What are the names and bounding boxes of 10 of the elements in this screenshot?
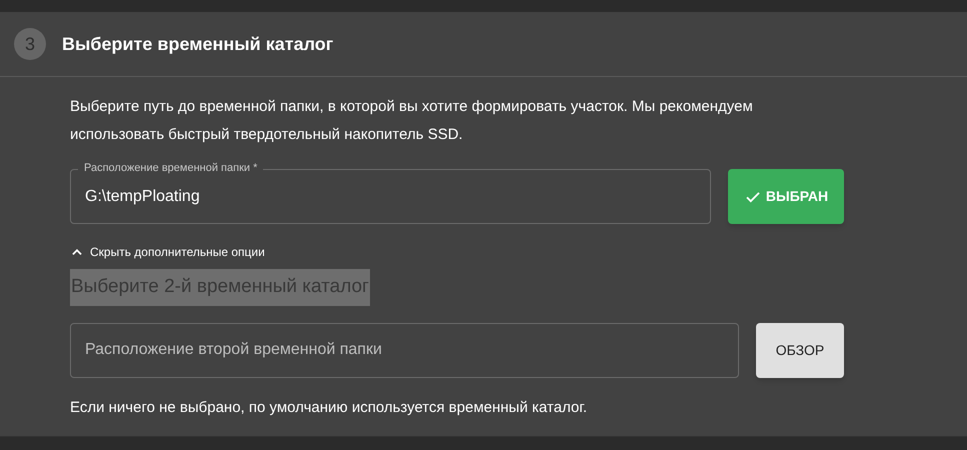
second-folder-input[interactable]: Расположение второй временной папки <box>85 338 724 362</box>
step-title: Выберите временный каталог <box>62 32 334 56</box>
step-number: 3 <box>14 28 46 60</box>
footnote-text: Если ничего не выбрано, по умолчанию используется временный каталог. <box>70 398 588 418</box>
browse-button[interactable]: ОБЗОР <box>756 322 844 378</box>
description-text: Выберите путь до временной папки, в которой вы хотите формировать участок. Мы рекомендуем использовать быстрый твердотельный накопитель SSD. <box>70 97 754 145</box>
hide-options-toggle[interactable]: Скрыть дополнительные опции <box>70 243 265 261</box>
second-folder-field[interactable]: Расположение второй временной папки <box>70 322 739 378</box>
folder-path-input[interactable]: G:\tempPloating <box>85 184 696 208</box>
field-label: Расположение временной папки * <box>78 160 264 176</box>
